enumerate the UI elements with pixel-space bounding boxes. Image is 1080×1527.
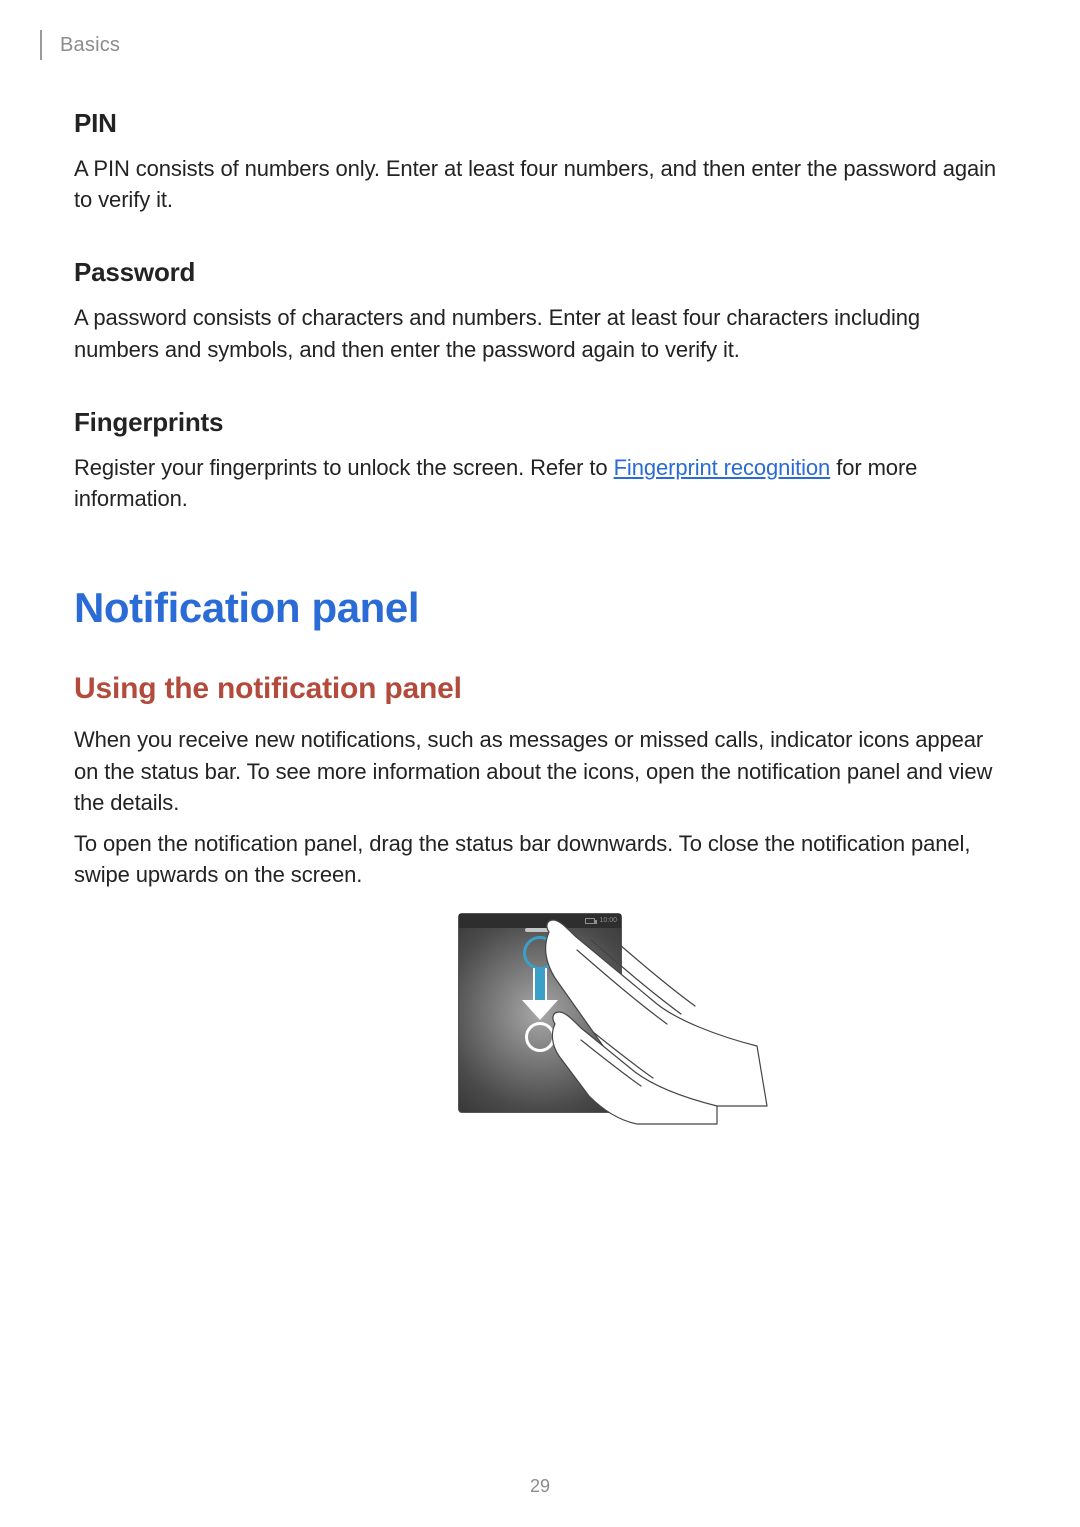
swipe-arrow-icon (523, 936, 557, 970)
phone-statusbar: 10:00 (459, 914, 621, 928)
section-title-password: Password (74, 257, 1006, 288)
section-body-fingerprints: Register your fingerprints to unlock the… (74, 452, 1006, 514)
fingerprints-body-prefix: Register your fingerprints to unlock the… (74, 455, 614, 480)
statusbar-time: 10:00 (599, 917, 617, 924)
phone-illustration: 10:00 (458, 913, 622, 1113)
section-title-fingerprints: Fingerprints (74, 407, 1006, 438)
subheading-using-notification-panel: Using the notification panel (74, 672, 1006, 706)
section-title-pin: PIN (74, 108, 1006, 139)
breadcrumb-rule-icon (40, 30, 42, 60)
notif-paragraph-2: To open the notification panel, drag the… (74, 828, 1006, 890)
battery-icon (585, 918, 595, 924)
notif-paragraph-1: When you receive new notifications, such… (74, 724, 1006, 818)
swipe-down-figure: 10:00 (74, 913, 1006, 1113)
heading-notification-panel: Notification panel (74, 584, 1006, 632)
breadcrumb: Basics (40, 30, 120, 60)
section-body-password: A password consists of characters and nu… (74, 302, 1006, 364)
fingerprint-recognition-link[interactable]: Fingerprint recognition (614, 455, 831, 480)
page-number: 29 (530, 1476, 550, 1497)
breadcrumb-text: Basics (60, 34, 120, 57)
panel-handle-icon (525, 928, 555, 932)
section-body-pin: A PIN consists of numbers only. Enter at… (74, 153, 1006, 215)
page-content: PIN A PIN consists of numbers only. Ente… (74, 108, 1006, 1113)
